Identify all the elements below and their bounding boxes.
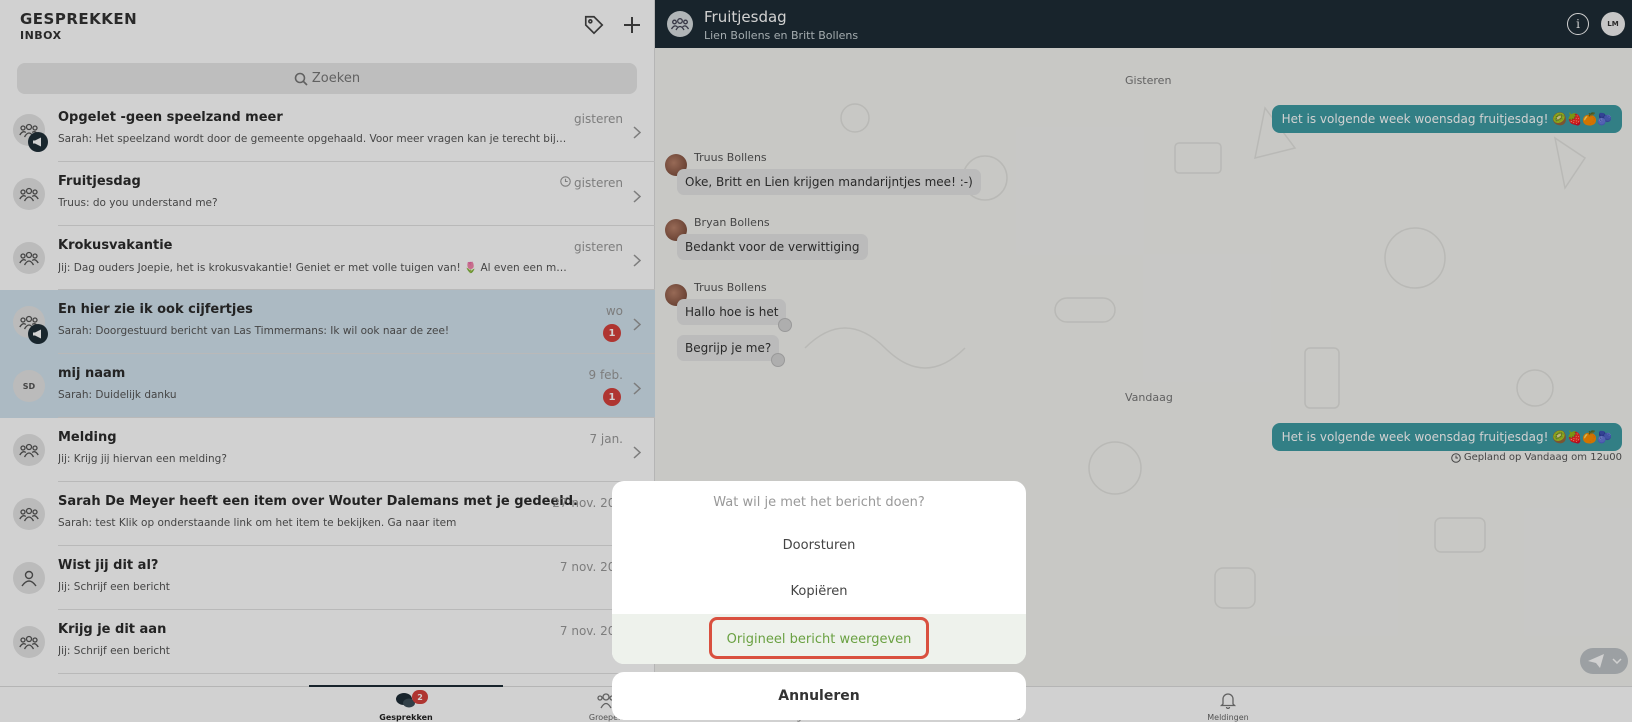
cancel-button[interactable]: Annuleren — [612, 672, 1026, 720]
action-sheet-question: Wat wil je met het bericht doen? — [713, 495, 925, 510]
copy-button[interactable]: Kopiëren — [612, 568, 1026, 614]
forward-button[interactable]: Doorsturen — [612, 522, 1026, 568]
message-action-sheet: Wat wil je met het bericht doen? Doorstu… — [612, 481, 1026, 664]
focus-outline — [709, 617, 929, 659]
show-original-button[interactable]: Origineel bericht weergeven — [612, 614, 1026, 664]
